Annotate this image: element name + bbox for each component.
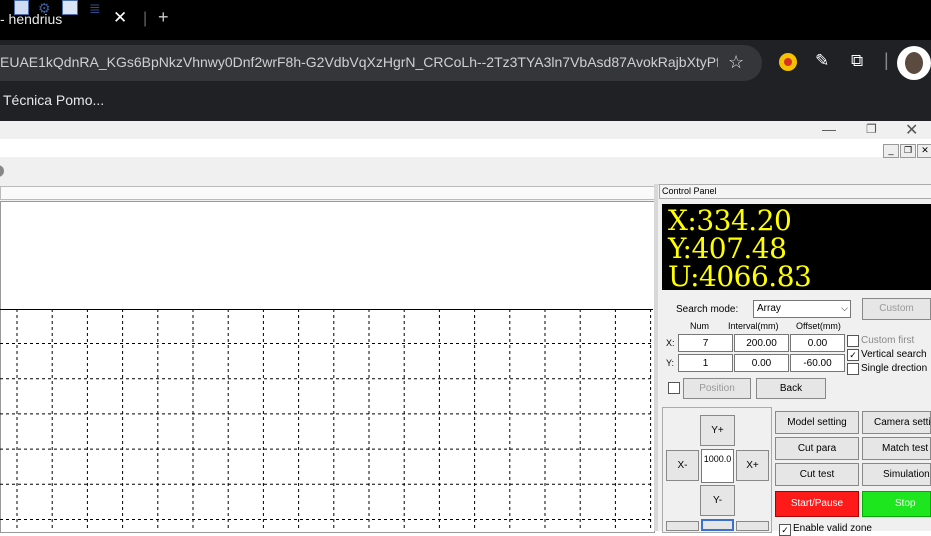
- start-pause-button[interactable]: Start/Pause: [775, 491, 859, 517]
- custom-first-checkbox[interactable]: [847, 335, 859, 347]
- extensions-puzzle-icon[interactable]: ⧉: [851, 51, 863, 71]
- cut-test-button[interactable]: Cut test: [775, 463, 859, 486]
- back-button[interactable]: Back: [756, 378, 826, 399]
- toolbar-separator: |: [884, 50, 889, 70]
- simulation-button[interactable]: Simulation: [862, 463, 931, 486]
- bookmark-star-icon[interactable]: ☆: [728, 52, 744, 73]
- search-mode-label: Search mode:: [676, 304, 739, 315]
- browser-tab-bar: [0, 0, 931, 40]
- canvas-ruler: [0, 186, 657, 200]
- x-offset-field[interactable]: 0.00: [790, 334, 845, 352]
- vertical-search-checkbox[interactable]: ✓: [847, 349, 859, 361]
- camera-setting-button[interactable]: Camera settin: [862, 411, 931, 434]
- search-mode-value: Array: [757, 303, 781, 314]
- x-plus-button[interactable]: X+: [736, 450, 769, 481]
- tab-title[interactable]: - hendrius: [0, 11, 62, 27]
- tab-close-icon[interactable]: ✕: [113, 8, 127, 28]
- mdi-minimize-icon[interactable]: _: [883, 144, 899, 158]
- z-up-button[interactable]: [736, 521, 769, 531]
- y-num-field[interactable]: 1: [678, 354, 733, 372]
- search-mode-select[interactable]: Array ⌵: [753, 300, 851, 318]
- single-direction-checkbox[interactable]: [847, 363, 859, 375]
- align-icon[interactable]: ≣: [89, 0, 101, 16]
- y-offset-field[interactable]: -60.00: [790, 354, 845, 372]
- canvas-grid: [0, 309, 653, 531]
- panel-splitter[interactable]: [654, 184, 658, 531]
- eyedropper-icon[interactable]: ✎: [815, 51, 829, 71]
- x-minus-button[interactable]: X-: [666, 450, 699, 481]
- control-panel-title: Control Panel: [659, 184, 931, 199]
- custom-button[interactable]: Custom: [862, 298, 931, 320]
- cut-para-button[interactable]: Cut para: [775, 437, 859, 460]
- home-button[interactable]: [701, 519, 734, 531]
- row-x-label: X:: [666, 338, 675, 348]
- gear-icon[interactable]: ⚙: [38, 0, 51, 16]
- app-toolbar: [0, 158, 931, 185]
- menu-strip: [0, 139, 931, 157]
- x-num-field[interactable]: 7: [678, 334, 733, 352]
- col-offset-header: Offset(mm): [796, 321, 841, 331]
- y-interval-field[interactable]: 0.00: [734, 354, 789, 372]
- control-panel-title-text: Control Panel: [662, 186, 717, 196]
- custom-first-label: Custom first: [861, 335, 915, 346]
- enable-valid-zone-checkbox[interactable]: ✓: [779, 524, 791, 536]
- single-direction-label: Single drection: [861, 363, 928, 374]
- vertical-search-label: Vertical search: [861, 349, 927, 360]
- mdi-restore-icon[interactable]: ❐: [900, 144, 916, 158]
- chevron-down-icon: ⌵: [841, 303, 848, 313]
- extension-icon[interactable]: [779, 53, 797, 71]
- u-coordinate: U:4066.83: [668, 260, 812, 293]
- position-checkbox[interactable]: [668, 382, 680, 394]
- stop-button[interactable]: Stop: [862, 491, 931, 517]
- profile-avatar[interactable]: [897, 46, 931, 80]
- y-plus-button[interactable]: Y+: [700, 415, 735, 446]
- window-close-icon[interactable]: ✕: [905, 120, 918, 140]
- enable-valid-zone-label: Enable valid zone: [793, 523, 872, 534]
- image-tool-icon[interactable]: [62, 0, 78, 15]
- window-maximize-icon[interactable]: ❐: [866, 122, 877, 136]
- y-minus-button[interactable]: Y-: [700, 485, 735, 516]
- bookmarks-bar: [0, 86, 931, 121]
- z-down-button[interactable]: [666, 521, 699, 531]
- window-minimize-icon[interactable]: —: [822, 121, 836, 137]
- row-y-label: Y:: [666, 358, 675, 368]
- col-num-header: Num: [690, 321, 710, 331]
- step-value-field[interactable]: 1000.0: [701, 449, 734, 483]
- model-setting-button[interactable]: Model setting: [775, 411, 859, 434]
- x-interval-field[interactable]: 200.00: [734, 334, 789, 352]
- mdi-close-icon[interactable]: ✕: [917, 144, 931, 158]
- match-test-button[interactable]: Match test: [862, 437, 931, 460]
- url-text[interactable]: EUAE1kQdnRA_KGs6BpNkzVhnwy0Dnf2wrF8h-G2V…: [0, 54, 718, 70]
- bookmark-item[interactable]: Técnica Pomo...: [3, 92, 104, 108]
- layout-tool-icon[interactable]: [14, 0, 29, 15]
- position-button[interactable]: Position: [683, 378, 751, 399]
- tab-separator: |: [143, 10, 148, 27]
- new-tab-icon[interactable]: +: [158, 7, 169, 28]
- col-interval-header: Interval(mm): [728, 321, 779, 331]
